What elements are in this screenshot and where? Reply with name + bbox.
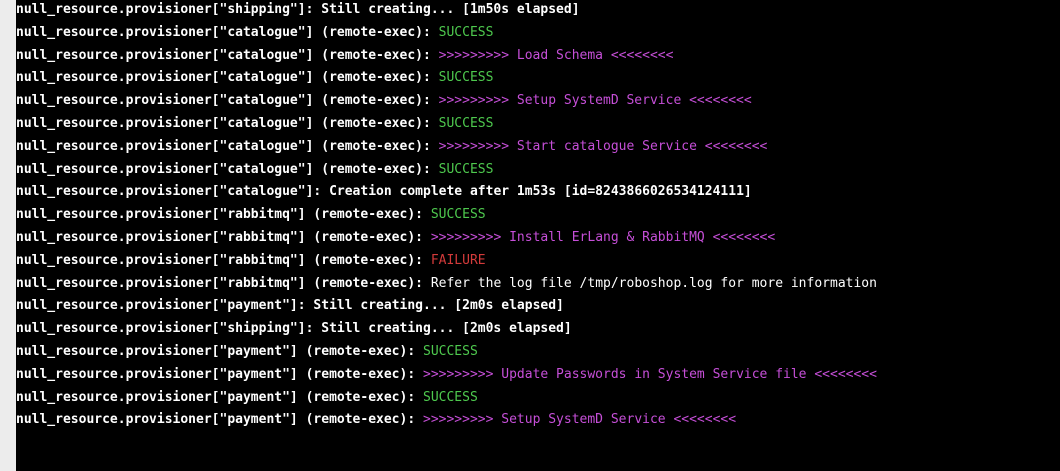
line-resource-prefix: null_resource.provisioner["shipping"]: [16, 2, 322, 17]
line-resource-prefix: null_resource.provisioner["catalogue"] (… [16, 161, 439, 177]
terminal-line: null_resource.provisioner["rabbitmq"] (r… [16, 249, 1060, 274]
status-success: SUCCESS [438, 70, 494, 86]
step-banner: >>>>>>>>> Setup SystemD Service <<<<<<<< [438, 93, 752, 109]
line-resource-prefix: null_resource.provisioner["catalogue"] (… [16, 93, 439, 109]
step-banner: >>>>>>>>> Update Passwords in System Ser… [423, 366, 877, 382]
line-resource-prefix: null_resource.provisioner["catalogue"] (… [16, 138, 439, 154]
status-success: SUCCESS [423, 389, 478, 405]
screenshot-frame: null_resource.provisioner["shipping"]: S… [0, 0, 1060, 471]
status-success: SUCCESS [438, 161, 494, 177]
line-resource-prefix: null_resource.provisioner["catalogue"]: [16, 184, 330, 200]
status-success: SUCCESS [438, 115, 494, 131]
step-banner: >>>>>>>>> Start catalogue Service <<<<<<… [438, 138, 768, 154]
line-resource-prefix: null_resource.provisioner["payment"] (re… [16, 366, 423, 382]
terminal-line: null_resource.provisioner["catalogue"] (… [16, 158, 1060, 183]
line-resource-prefix: null_resource.provisioner["rabbitmq"] (r… [16, 252, 431, 268]
terminal-output[interactable]: null_resource.provisioner["shipping"]: S… [16, 0, 1060, 471]
line-message: Refer the log file /tmp/roboshop.log for… [430, 275, 877, 291]
terminal-line: null_resource.provisioner["catalogue"] (… [16, 44, 1060, 69]
line-resource-prefix: null_resource.provisioner["catalogue"] (… [16, 70, 439, 86]
line-resource-prefix: null_resource.provisioner["payment"] (re… [16, 389, 423, 405]
terminal-line: null_resource.provisioner["catalogue"] (… [16, 112, 1060, 137]
terminal-line: null_resource.provisioner["shipping"]: S… [16, 317, 1060, 342]
terminal-line: null_resource.provisioner["catalogue"] (… [16, 66, 1060, 91]
line-resource-prefix: null_resource.provisioner["catalogue"] (… [16, 24, 439, 40]
step-banner: >>>>>>>>> Setup SystemD Service <<<<<<<< [423, 412, 737, 428]
step-banner: >>>>>>>>> Load Schema <<<<<<<< [438, 47, 674, 63]
step-banner: >>>>>>>>> Install ErLang & RabbitMQ <<<<… [430, 229, 776, 245]
window-left-margin [0, 0, 16, 471]
line-resource-prefix: null_resource.provisioner["rabbitmq"] (r… [16, 207, 431, 223]
line-resource-prefix: null_resource.provisioner["payment"] (re… [16, 343, 423, 359]
line-message: Creation complete after 1m53s [id=824386… [329, 184, 752, 200]
terminal-line: null_resource.provisioner["catalogue"] (… [16, 89, 1060, 114]
status-failure: FAILURE [430, 252, 486, 268]
terminal-line: null_resource.provisioner["shipping"]: S… [16, 0, 1060, 23]
terminal-line: null_resource.provisioner["rabbitmq"] (r… [16, 272, 1060, 297]
status-success: SUCCESS [438, 24, 494, 40]
terminal-line: null_resource.provisioner["payment"]: St… [16, 294, 1060, 319]
terminal-line: null_resource.provisioner["payment"] (re… [16, 363, 1060, 388]
terminal-line: null_resource.provisioner["catalogue"] (… [16, 135, 1060, 160]
terminal-line: null_resource.provisioner["rabbitmq"] (r… [16, 203, 1060, 228]
status-success: SUCCESS [423, 343, 478, 359]
line-resource-prefix: null_resource.provisioner["catalogue"] (… [16, 47, 439, 63]
line-resource-prefix: null_resource.provisioner["shipping"]: [16, 321, 322, 337]
line-resource-prefix: null_resource.provisioner["catalogue"] (… [16, 115, 439, 131]
line-resource-prefix: null_resource.provisioner["rabbitmq"] (r… [16, 275, 431, 291]
terminal-line: null_resource.provisioner["payment"] (re… [16, 340, 1060, 365]
line-message: Still creating... [2m0s elapsed] [313, 298, 564, 314]
terminal-line: null_resource.provisioner["catalogue"] (… [16, 21, 1060, 46]
terminal-line: null_resource.provisioner["payment"] (re… [16, 408, 1060, 433]
terminal-line: null_resource.provisioner["payment"] (re… [16, 386, 1060, 411]
line-resource-prefix: null_resource.provisioner["payment"]: [16, 298, 314, 314]
line-message: Still creating... [2m0s elapsed] [321, 321, 572, 337]
status-success: SUCCESS [430, 207, 486, 223]
line-resource-prefix: null_resource.provisioner["payment"] (re… [16, 412, 423, 428]
terminal-line: null_resource.provisioner["catalogue"]: … [16, 180, 1060, 205]
line-message: Still creating... [1m50s elapsed] [321, 2, 580, 17]
terminal-line: null_resource.provisioner["rabbitmq"] (r… [16, 226, 1060, 251]
line-resource-prefix: null_resource.provisioner["rabbitmq"] (r… [16, 229, 431, 245]
